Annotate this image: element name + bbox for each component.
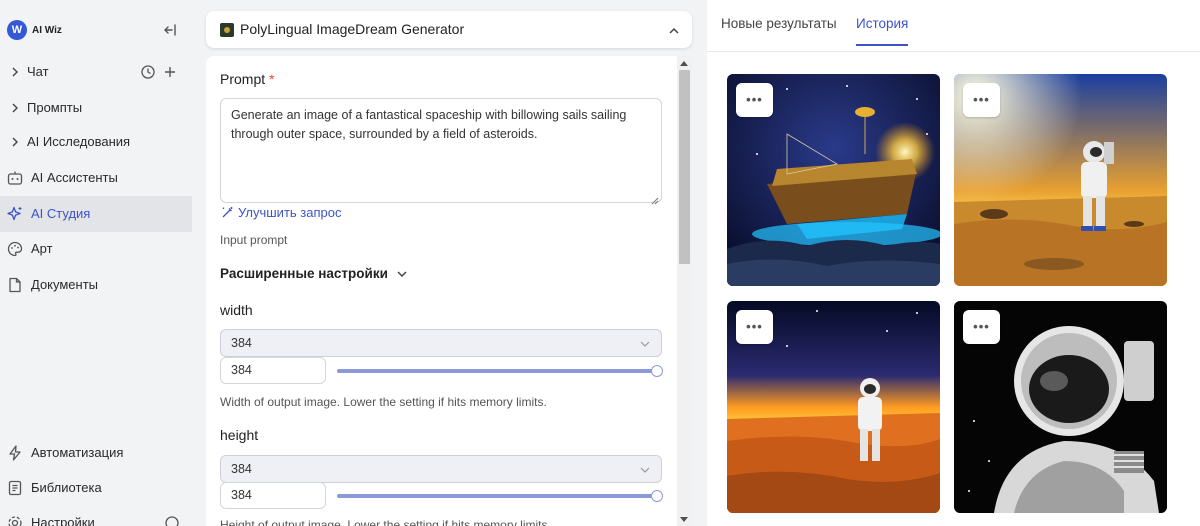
result-image-spaceship[interactable]: ••• xyxy=(727,74,940,286)
brand[interactable]: W AI Wiz xyxy=(7,20,62,40)
sidebar-item-label: AI Исследования xyxy=(27,134,131,149)
prompt-textarea[interactable]: Generate an image of a fantastical space… xyxy=(220,98,662,205)
chevron-down-icon xyxy=(640,467,650,473)
prompt-help: Input prompt xyxy=(220,233,288,247)
sidebar-item-label: Арт xyxy=(31,241,53,256)
sidebar-item-label: Документы xyxy=(31,277,99,292)
image-more-button[interactable]: ••• xyxy=(963,83,1000,117)
more-dots-icon: ••• xyxy=(973,319,990,334)
image-more-button[interactable]: ••• xyxy=(736,83,773,117)
sidebar-item-label: Автоматизация xyxy=(31,445,124,460)
more-dots-icon: ••• xyxy=(746,319,763,334)
lightning-icon xyxy=(6,444,24,462)
advanced-settings-toggle[interactable]: Расширенные настройки xyxy=(220,266,408,281)
height-help: Height of output image. Lower the settin… xyxy=(220,518,551,526)
help-icon[interactable] xyxy=(164,515,180,526)
brand-name: AI Wiz xyxy=(32,24,62,36)
image-more-button[interactable]: ••• xyxy=(963,310,1000,344)
width-select[interactable]: 384 xyxy=(220,329,662,357)
required-mark: * xyxy=(269,71,275,87)
height-select[interactable]: 384 xyxy=(220,455,662,483)
prompt-label-text: Prompt xyxy=(220,71,266,87)
sidebar-item-prompts[interactable]: Промпты xyxy=(0,90,192,126)
sidebar-item-documents[interactable]: Документы xyxy=(0,267,192,303)
chevron-right-icon xyxy=(6,63,24,81)
sidebar-item-ai-research[interactable]: AI Исследования xyxy=(0,124,192,160)
panel-scrollbar[interactable] xyxy=(677,56,692,526)
sidebar-item-library[interactable]: Библиотека xyxy=(0,470,192,506)
sidebar: W AI Wiz Чат Промпты AI Исследования AI … xyxy=(0,0,192,526)
result-image-astronaut-sunset[interactable]: ••• xyxy=(727,301,940,513)
image-more-button[interactable]: ••• xyxy=(736,310,773,344)
tab-history[interactable]: История xyxy=(856,16,909,46)
brand-logo-icon: W xyxy=(7,20,27,40)
robot-icon xyxy=(6,169,24,187)
sidebar-item-ai-studio[interactable]: AI Студия xyxy=(0,196,192,232)
result-image-astronaut-portrait[interactable]: ••• xyxy=(954,301,1167,513)
slider-fill xyxy=(337,369,657,373)
prompt-label: Prompt * xyxy=(220,71,275,87)
collapse-sidebar-icon[interactable] xyxy=(162,22,178,38)
height-input[interactable]: 384 xyxy=(220,482,326,509)
tab-new-results[interactable]: Новые результаты xyxy=(721,16,837,46)
more-dots-icon: ••• xyxy=(746,92,763,107)
sidebar-item-art[interactable]: Арт xyxy=(0,231,192,267)
height-slider[interactable] xyxy=(337,490,663,502)
width-slider[interactable] xyxy=(337,365,663,377)
results-tabs: Новые результаты История xyxy=(707,0,1200,52)
sidebar-item-label: Промпты xyxy=(27,100,83,115)
width-input[interactable]: 384 xyxy=(220,357,326,384)
library-icon xyxy=(6,479,24,497)
sidebar-item-label: Библиотека xyxy=(31,480,102,495)
scroll-up-icon[interactable] xyxy=(680,61,688,66)
width-label: width xyxy=(220,302,253,318)
prompt-text: Generate an image of a fantastical space… xyxy=(231,108,627,141)
results-panel: Новые результаты История ••• ••• ••• ••• xyxy=(707,0,1200,526)
add-chat-icon[interactable] xyxy=(162,64,178,80)
history-icon[interactable] xyxy=(140,64,156,80)
slider-knob[interactable] xyxy=(651,365,663,377)
height-select-value: 384 xyxy=(231,462,252,476)
sidebar-item-label: AI Студия xyxy=(31,206,91,221)
improve-prompt-link[interactable]: Улучшить запрос xyxy=(221,204,341,220)
chevron-down-icon xyxy=(397,270,407,277)
magic-wand-icon xyxy=(222,206,233,217)
chevron-up-icon[interactable] xyxy=(668,24,680,36)
height-label: height xyxy=(220,427,259,443)
result-image-astronaut-desert[interactable]: ••• xyxy=(954,74,1167,286)
settings-icon xyxy=(6,514,24,526)
more-dots-icon: ••• xyxy=(973,92,990,107)
scrollbar-thumb[interactable] xyxy=(679,70,690,264)
chevron-right-icon xyxy=(6,99,24,117)
width-help: Width of output image. Lower the setting… xyxy=(220,395,547,409)
tool-title: PolyLingual ImageDream Generator xyxy=(240,21,465,37)
chevron-right-icon xyxy=(6,133,24,151)
sparkle-icon xyxy=(6,205,24,223)
width-select-value: 384 xyxy=(231,336,252,350)
app-thumbnail-icon xyxy=(220,23,234,37)
sidebar-item-settings[interactable]: Настройки xyxy=(0,505,192,526)
sidebar-item-chat[interactable]: Чат xyxy=(0,54,192,90)
scroll-down-icon[interactable] xyxy=(680,517,688,522)
document-icon xyxy=(6,276,24,294)
resize-grip-icon[interactable] xyxy=(651,192,659,205)
palette-icon xyxy=(6,240,24,258)
sidebar-item-ai-assistants[interactable]: AI Ассистенты xyxy=(0,160,192,196)
chevron-down-icon xyxy=(640,341,650,347)
slider-fill xyxy=(337,494,657,498)
sidebar-item-label: AI Ассистенты xyxy=(31,170,118,185)
advanced-settings-label: Расширенные настройки xyxy=(220,266,388,281)
improve-prompt-label: Улучшить запрос xyxy=(238,204,342,220)
sidebar-item-label: Настройки xyxy=(31,515,95,526)
sidebar-item-label: Чат xyxy=(27,64,49,79)
sidebar-item-automation[interactable]: Автоматизация xyxy=(0,435,192,471)
tool-header[interactable]: PolyLingual ImageDream Generator xyxy=(206,11,692,48)
slider-knob[interactable] xyxy=(651,490,663,502)
